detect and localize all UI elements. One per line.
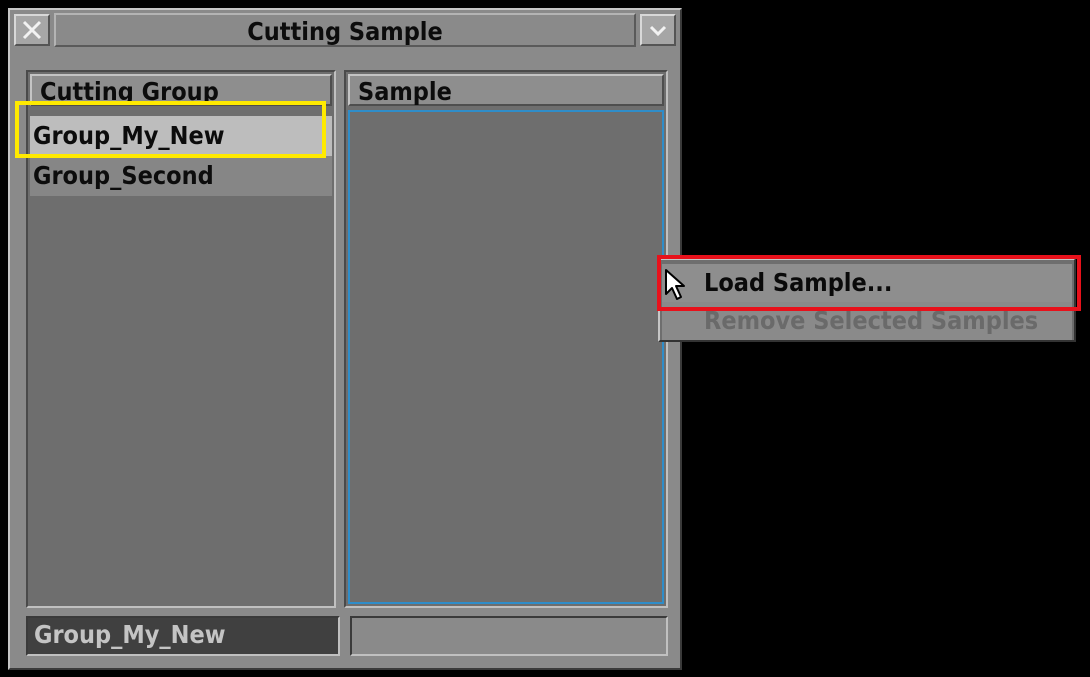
sample-header[interactable]: Sample: [348, 74, 664, 106]
title-bar: Cutting Sample: [10, 10, 680, 50]
window-title: Cutting Sample: [54, 13, 636, 47]
window-menu-button[interactable]: [640, 14, 676, 46]
close-button[interactable]: [14, 14, 50, 46]
yellow-highlight-box: [15, 101, 326, 158]
sample-list-area[interactable]: [348, 110, 664, 604]
list-item-group-second[interactable]: Group_Second: [30, 156, 332, 196]
chevron-down-icon: [649, 25, 667, 37]
close-icon: [22, 20, 42, 40]
sample-list[interactable]: Sample: [344, 70, 668, 608]
red-highlight-box: [657, 255, 1081, 311]
arrow-pointer-icon: [665, 269, 685, 300]
selected-sample-field: [350, 616, 668, 656]
selected-group-field: Group_My_New: [26, 616, 340, 656]
